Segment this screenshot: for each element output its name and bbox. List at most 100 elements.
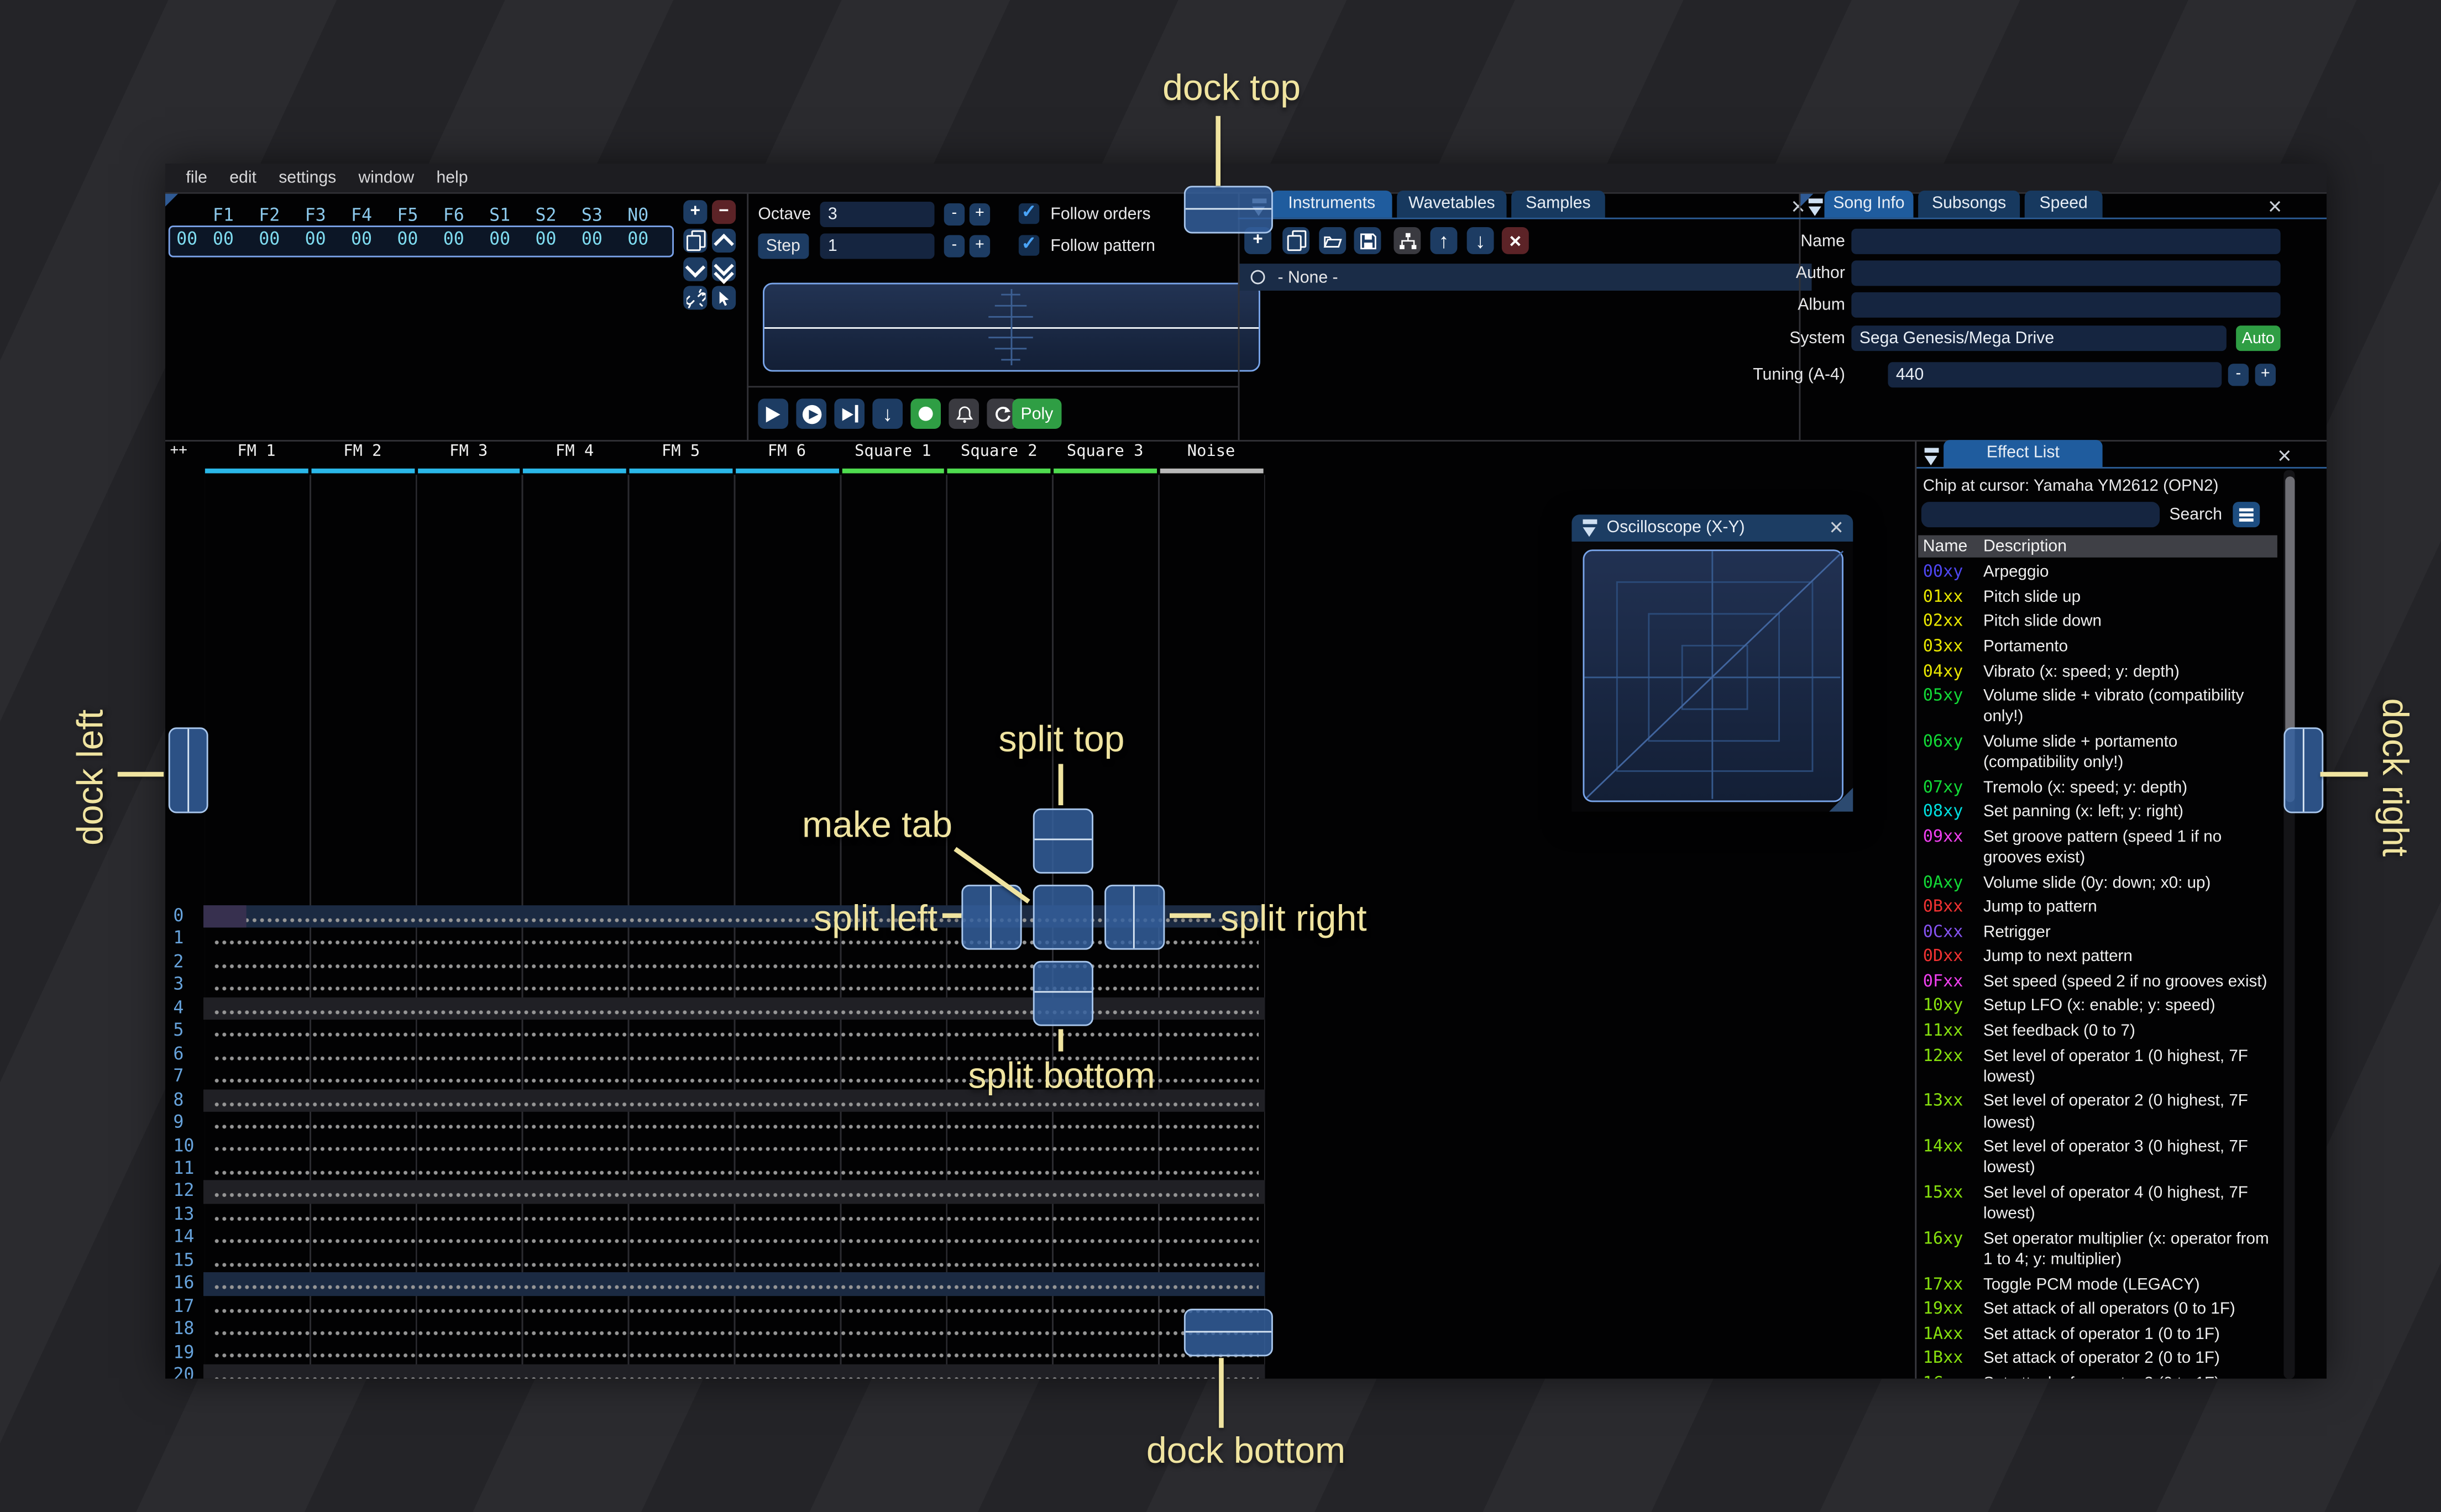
effect-row-06xy[interactable]: 06xy Volume slide + portamento (compatibi… [1923, 730, 2276, 776]
tab-effect-list[interactable]: Effect List [1944, 440, 2103, 467]
pattern-corner-button[interactable]: ++ [170, 443, 187, 459]
songinfo-collapse-icon[interactable] [1807, 198, 1826, 217]
pattern-row-5[interactable] [203, 1020, 1264, 1043]
tuning-input[interactable]: 440 [1888, 362, 2222, 388]
effect-row-11xx[interactable]: 11xx Set feedback (0 to 7) [1923, 1020, 2276, 1044]
effect-row-09xx[interactable]: 09xx Set groove pattern (speed 1 if no gr… [1923, 825, 2276, 871]
pattern-row-20[interactable] [203, 1364, 1265, 1379]
step-plus-button[interactable]: + [969, 235, 991, 258]
resize-grip[interactable] [1829, 788, 1853, 812]
effect-scrollbar-track[interactable] [2283, 470, 2295, 1379]
oscxy-close-icon[interactable]: × [1826, 516, 1846, 540]
duplicate-order-button[interactable] [683, 228, 708, 253]
effect-row-01xx[interactable]: 01xx Pitch slide up [1923, 585, 2276, 610]
effect-row-0Cxx[interactable]: 0Cxx Retrigger [1923, 921, 2276, 946]
effect-row-12xx[interactable]: 12xx Set level of operator 1 (0 highest, … [1923, 1044, 2276, 1090]
effect-row-10xy[interactable]: 10xy Setup LFO (x: enable; y: speed) [1923, 995, 2276, 1020]
tab-song-info[interactable]: Song Info [1824, 190, 1914, 218]
split-left-target[interactable] [961, 884, 1022, 950]
follow-orders-label[interactable]: Follow orders [1050, 202, 1150, 227]
tuning-minus-button[interactable]: - [2228, 364, 2249, 386]
tab-speed[interactable]: Speed [2024, 190, 2103, 218]
pattern-row-19[interactable] [203, 1341, 1264, 1364]
effect-row-1Bxx[interactable]: 1Bxx Set attack of operator 2 (0 to 1F) [1923, 1347, 2276, 1372]
organize-instruments-button[interactable] [1394, 227, 1421, 254]
deep-clone-order-button[interactable] [683, 286, 708, 310]
split-right-target[interactable] [1104, 884, 1165, 950]
channel-header-fm-4[interactable]: FM 4 [522, 443, 628, 474]
pattern-row-11[interactable] [203, 1158, 1264, 1180]
step-button[interactable]: Step [758, 233, 809, 259]
pattern-row-10[interactable] [203, 1135, 1264, 1157]
oscxy-collapse-icon[interactable] [1581, 519, 1601, 538]
menu-item-window[interactable]: window [347, 169, 425, 187]
pattern-row-16[interactable] [203, 1272, 1265, 1296]
menu-item-settings[interactable]: settings [268, 169, 347, 187]
duplicate-instrument-button[interactable] [1282, 227, 1309, 254]
effect-row-03xx[interactable]: 03xx Portamento [1923, 635, 2276, 660]
step-input[interactable]: 1 [820, 233, 935, 259]
effect-row-16xy[interactable]: 16xy Set operator multiplier (x: operator… [1923, 1227, 2276, 1273]
order-value-F2[interactable]: 00 [247, 229, 292, 249]
effect-row-08xy[interactable]: 08xy Set panning (x: left; y: right) [1923, 801, 2276, 826]
order-value-F5[interactable]: 00 [385, 229, 431, 249]
octave-minus-button[interactable]: - [944, 203, 965, 226]
channel-header-fm-1[interactable]: FM 1 [203, 443, 310, 474]
pattern-row-17[interactable] [203, 1295, 1264, 1318]
pattern-cursor-cell[interactable] [203, 905, 247, 928]
move-order-down-button[interactable] [683, 256, 708, 281]
play-button[interactable] [758, 398, 788, 429]
effect-row-02xx[interactable]: 02xx Pitch slide down [1923, 610, 2276, 635]
tuning-plus-button[interactable]: + [2255, 364, 2276, 386]
tab-instruments[interactable]: Instruments [1271, 190, 1392, 218]
move-order-up-button[interactable] [712, 228, 736, 254]
channel-header-fm-2[interactable]: FM 2 [310, 443, 416, 474]
tab-wavetables[interactable]: Wavetables [1397, 190, 1507, 218]
name-input[interactable] [1851, 228, 2281, 254]
order-value-F4[interactable]: 00 [338, 229, 384, 249]
tab-samples[interactable]: Samples [1511, 190, 1605, 218]
effect-row-1Axx[interactable]: 1Axx Set attack of operator 1 (0 to 1F) [1923, 1322, 2276, 1347]
order-value-S2[interactable]: 00 [523, 229, 569, 249]
follow-pattern-checkbox[interactable]: ✓ [1018, 235, 1040, 256]
splitter[interactable] [1915, 441, 1917, 1379]
author-input[interactable] [1851, 260, 2281, 286]
menu-item-file[interactable]: file [175, 169, 218, 187]
effect-row-15xx[interactable]: 15xx Set level of operator 4 (0 highest, … [1923, 1182, 2276, 1227]
pattern-row-4[interactable] [203, 997, 1265, 1020]
effect-search-input[interactable] [1921, 502, 2160, 528]
delete-instrument-button[interactable]: × [1501, 227, 1529, 254]
effect-row-07xy[interactable]: 07xy Tremolo (x: speed; y: depth) [1923, 776, 2276, 801]
step-play-button[interactable]: ↓ [872, 398, 903, 429]
move-instrument-up-button[interactable]: ↑ [1430, 227, 1458, 254]
order-value-S1[interactable]: 00 [477, 229, 523, 249]
splitter[interactable] [747, 193, 749, 440]
move-instrument-down-button[interactable]: ↓ [1466, 227, 1494, 254]
channel-header-square-1[interactable]: Square 1 [840, 443, 946, 474]
order-value-F1[interactable]: 00 [200, 229, 246, 249]
system-select[interactable]: Sega Genesis/Mega Drive [1851, 326, 2227, 351]
tab-subsongs[interactable]: Subsongs [1918, 190, 2020, 218]
effect-row-00xy[interactable]: 00xy Arpeggio [1923, 561, 2276, 586]
order-value-S3[interactable]: 00 [569, 229, 615, 249]
oscxy-title-bar[interactable]: Oscilloscope (X-Y) × [1572, 514, 1853, 542]
system-auto-button[interactable]: Auto [2236, 326, 2281, 351]
order-value-N0[interactable]: 00 [615, 229, 661, 249]
split-bottom-target[interactable] [1033, 960, 1093, 1026]
menu-item-help[interactable]: help [425, 169, 479, 187]
play-once-button[interactable] [834, 398, 865, 429]
open-instrument-button[interactable] [1319, 227, 1347, 254]
songinfo-close-icon[interactable]: × [2265, 196, 2285, 219]
poly-toggle-button[interactable]: Poly [1012, 398, 1062, 429]
dock-right-target[interactable] [2283, 727, 2324, 813]
effectlist-collapse-icon[interactable] [1923, 448, 1942, 466]
channel-header-fm-6[interactable]: FM 6 [734, 443, 840, 474]
orders-row-values[interactable]: 00 00 00 00 00 00 00 00 00 00 [200, 229, 661, 249]
pattern-row-15[interactable] [203, 1250, 1264, 1272]
effect-row-0Dxx[interactable]: 0Dxx Jump to next pattern [1923, 945, 2276, 970]
channel-header-noise[interactable]: Noise [1158, 443, 1264, 474]
channel-header-fm-3[interactable]: FM 3 [416, 443, 522, 474]
octave-plus-button[interactable]: + [969, 203, 991, 226]
effect-row-0Axy[interactable]: 0Axy Volume slide (0y: down; x0: up) [1923, 871, 2276, 896]
pattern-row-2[interactable] [203, 951, 1264, 974]
